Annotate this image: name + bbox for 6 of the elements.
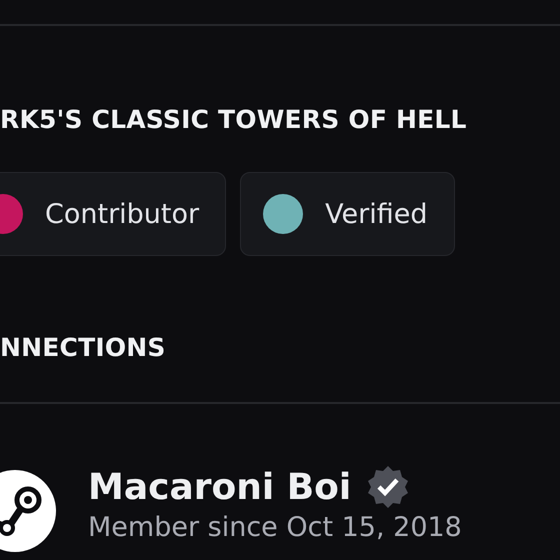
section-heading: NNECTIONS: [0, 333, 167, 362]
role-name: Contributor: [45, 198, 200, 230]
role-name: Verified: [325, 198, 428, 230]
section-heading: RK5'S CLASSIC TOWERS OF HELL: [0, 105, 468, 134]
member-since-text: Member since Oct 15, 2018: [88, 512, 462, 543]
account-name: Macaroni Boi: [88, 466, 352, 508]
